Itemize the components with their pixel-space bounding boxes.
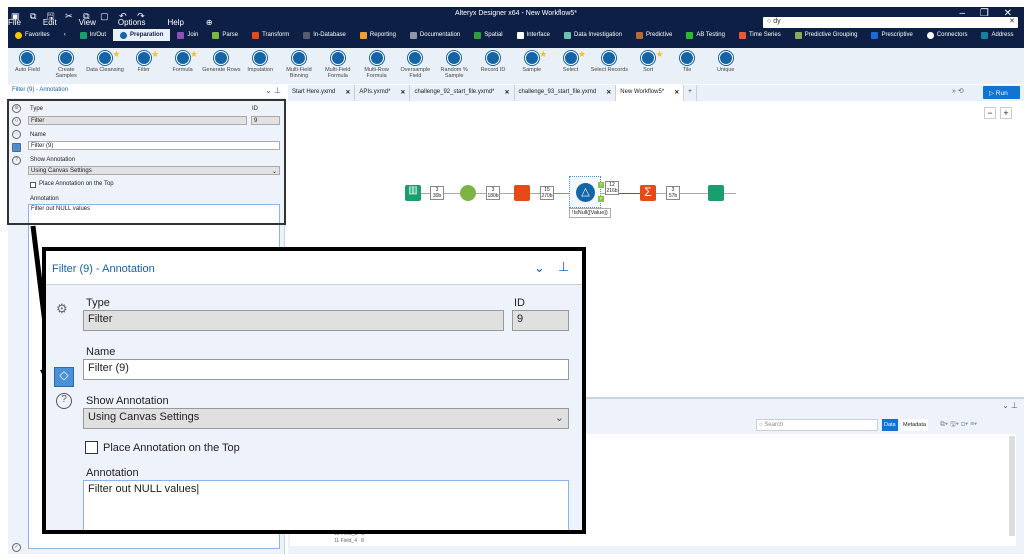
type-field: Filter bbox=[83, 310, 504, 331]
chevron-down-icon[interactable]: ⌄ bbox=[534, 260, 545, 276]
show-annotation-label: Show Annotation bbox=[86, 395, 169, 407]
config-panel-header: Filter (9) - Annotation bbox=[52, 263, 155, 275]
help-icon[interactable]: ? bbox=[56, 393, 72, 409]
id-label: ID bbox=[514, 297, 525, 309]
annotation-textarea[interactable]: Filter out NULL values| bbox=[83, 480, 569, 530]
place-top-checkbox[interactable] bbox=[85, 441, 98, 454]
pin-icon[interactable]: ⊥ bbox=[558, 259, 569, 275]
type-label: Type bbox=[86, 297, 110, 309]
tag-icon[interactable]: ◇ bbox=[54, 367, 74, 387]
magnified-annotation-panel: Filter (9) - Annotation ⌄ ⊥ ⚙ ◇ ? Type F… bbox=[42, 247, 586, 534]
gear-icon[interactable]: ⚙ bbox=[56, 301, 68, 317]
name-label: Name bbox=[86, 346, 116, 358]
name-input[interactable]: Filter (9) bbox=[83, 359, 569, 380]
show-annotation-select[interactable]: Using Canvas Settings ⌄ bbox=[83, 408, 569, 429]
annotation-label: Annotation bbox=[86, 467, 139, 479]
place-top-label: Place Annotation on the Top bbox=[103, 442, 240, 454]
id-field: 9 bbox=[512, 310, 569, 331]
